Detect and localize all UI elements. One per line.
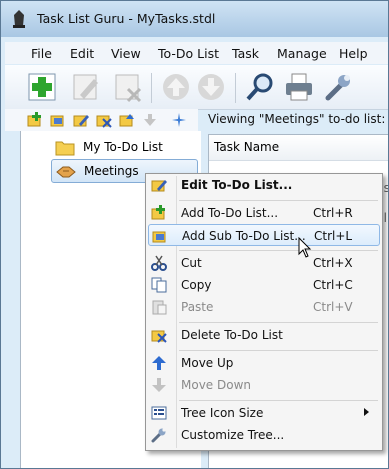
menu-item-move-down[interactable]: Move Down — [148, 374, 380, 396]
tree-item-label: Meetings — [84, 164, 139, 178]
menu-item-move-up[interactable]: Move Up — [148, 352, 380, 374]
main-toolbar — [5, 65, 388, 110]
menu-item-label: Delete To-Do List — [181, 328, 283, 342]
list-up-icon[interactable] — [119, 112, 135, 128]
menu-item-add-sub-todo-list[interactable]: Add Sub To-Do List... Ctrl+L — [148, 224, 380, 246]
menu-item-delete-todo-list[interactable]: Delete To-Do List — [148, 324, 380, 346]
menu-item-label: Cut — [181, 256, 202, 270]
menu-item-label: Tree Icon Size — [181, 406, 264, 420]
arrow-down-icon — [152, 378, 166, 392]
menu-item-customize-tree[interactable]: Customize Tree... — [148, 424, 380, 446]
menu-separator — [179, 250, 378, 251]
printer-icon[interactable] — [283, 71, 315, 103]
menu-item-shortcut: Ctrl+V — [313, 300, 353, 314]
menu-item-add-todo-list[interactable]: Add To-Do List... Ctrl+R — [148, 202, 380, 224]
column-header-label: Task Name — [214, 140, 280, 154]
handshake-icon — [56, 166, 76, 178]
paste-icon — [152, 300, 167, 315]
menu-bar: File Edit View To-Do List Task Manage He… — [5, 42, 388, 64]
menu-item-cut[interactable]: Cut Ctrl+X — [148, 252, 380, 274]
menu-item-label: Copy — [181, 278, 212, 292]
add-icon[interactable] — [26, 71, 58, 103]
menu-item-edit-todo-list[interactable]: Edit To-Do List... — [148, 174, 380, 196]
column-header-task-name[interactable]: Task Name — [209, 135, 388, 161]
add-sub-list-icon[interactable] — [50, 112, 66, 128]
wrench-icon — [151, 428, 166, 443]
app-icon — [13, 10, 25, 28]
add-list-icon — [151, 205, 165, 220]
wrench-icon[interactable] — [322, 71, 354, 103]
menu-item-label: Move Up — [181, 356, 234, 370]
menu-item-shortcut: Ctrl+C — [313, 278, 353, 292]
menu-view[interactable]: View — [111, 46, 141, 61]
menu-separator — [179, 350, 378, 351]
edit-list-icon[interactable] — [73, 112, 89, 128]
menu-item-label: Add To-Do List... — [181, 206, 279, 220]
add-sub-list-icon — [152, 231, 166, 243]
arrow-up-icon[interactable] — [160, 71, 192, 103]
delete-list-icon[interactable] — [96, 112, 112, 128]
arrow-down-icon[interactable] — [195, 71, 227, 103]
edit-list-icon — [151, 180, 167, 192]
app-window: Task List Guru - MyTasks.stdl File Edit … — [0, 0, 389, 469]
pencil-icon[interactable] — [70, 71, 102, 103]
menu-manage[interactable]: Manage — [277, 46, 327, 61]
menu-item-label: Edit To-Do List... — [181, 178, 293, 192]
window-title: Task List Guru - MyTasks.stdl — [37, 11, 216, 26]
list-view-header: Viewing "Meetings" to-do list: — [208, 112, 386, 126]
menu-item-label: Add Sub To-Do List... — [182, 229, 306, 243]
arrow-up-icon — [152, 356, 166, 370]
toolbar-separator — [235, 73, 236, 103]
menu-file[interactable]: File — [31, 46, 52, 61]
menu-item-shortcut: Ctrl+L — [314, 229, 353, 243]
submenu-arrow-icon — [364, 408, 369, 416]
menu-todo-list[interactable]: To-Do List — [158, 46, 219, 61]
menu-task[interactable]: Task — [232, 46, 259, 61]
menu-item-tree-icon-size[interactable]: Tree Icon Size — [148, 402, 380, 424]
menu-item-label: Move Down — [181, 378, 251, 392]
menu-item-paste[interactable]: Paste Ctrl+V — [148, 296, 380, 318]
menu-help[interactable]: Help — [339, 46, 368, 61]
toolbar-separator — [151, 73, 152, 103]
menu-item-shortcut: Ctrl+X — [313, 256, 353, 270]
folder-icon — [55, 141, 75, 156]
add-list-icon[interactable] — [27, 112, 43, 128]
copy-icon — [151, 277, 167, 293]
menu-item-copy[interactable]: Copy Ctrl+C — [148, 274, 380, 296]
menu-separator — [179, 322, 378, 323]
tree-item-my-todo-list[interactable]: My To-Do List — [51, 136, 191, 158]
delete-icon[interactable] — [112, 71, 144, 103]
menu-separator — [179, 200, 378, 201]
context-menu: Edit To-Do List... Add To-Do List... Ctr… — [145, 173, 383, 451]
delete-list-icon — [151, 330, 167, 343]
menu-item-shortcut: Ctrl+R — [313, 206, 353, 220]
title-bar[interactable]: Task List Guru - MyTasks.stdl — [1, 1, 388, 37]
tree-item-label: My To-Do List — [83, 140, 163, 154]
list-down-icon[interactable] — [142, 112, 158, 128]
menu-item-label: Paste — [181, 300, 214, 314]
tree-toolbar — [5, 109, 198, 131]
menu-item-label: Customize Tree... — [181, 428, 285, 442]
sparkle-icon[interactable] — [171, 112, 187, 128]
menu-separator — [179, 400, 378, 401]
tree-size-icon — [151, 406, 167, 420]
magnifier-icon[interactable] — [244, 71, 276, 103]
mouse-cursor-icon — [298, 237, 312, 258]
scissors-icon — [151, 255, 167, 271]
menu-edit[interactable]: Edit — [70, 46, 94, 61]
